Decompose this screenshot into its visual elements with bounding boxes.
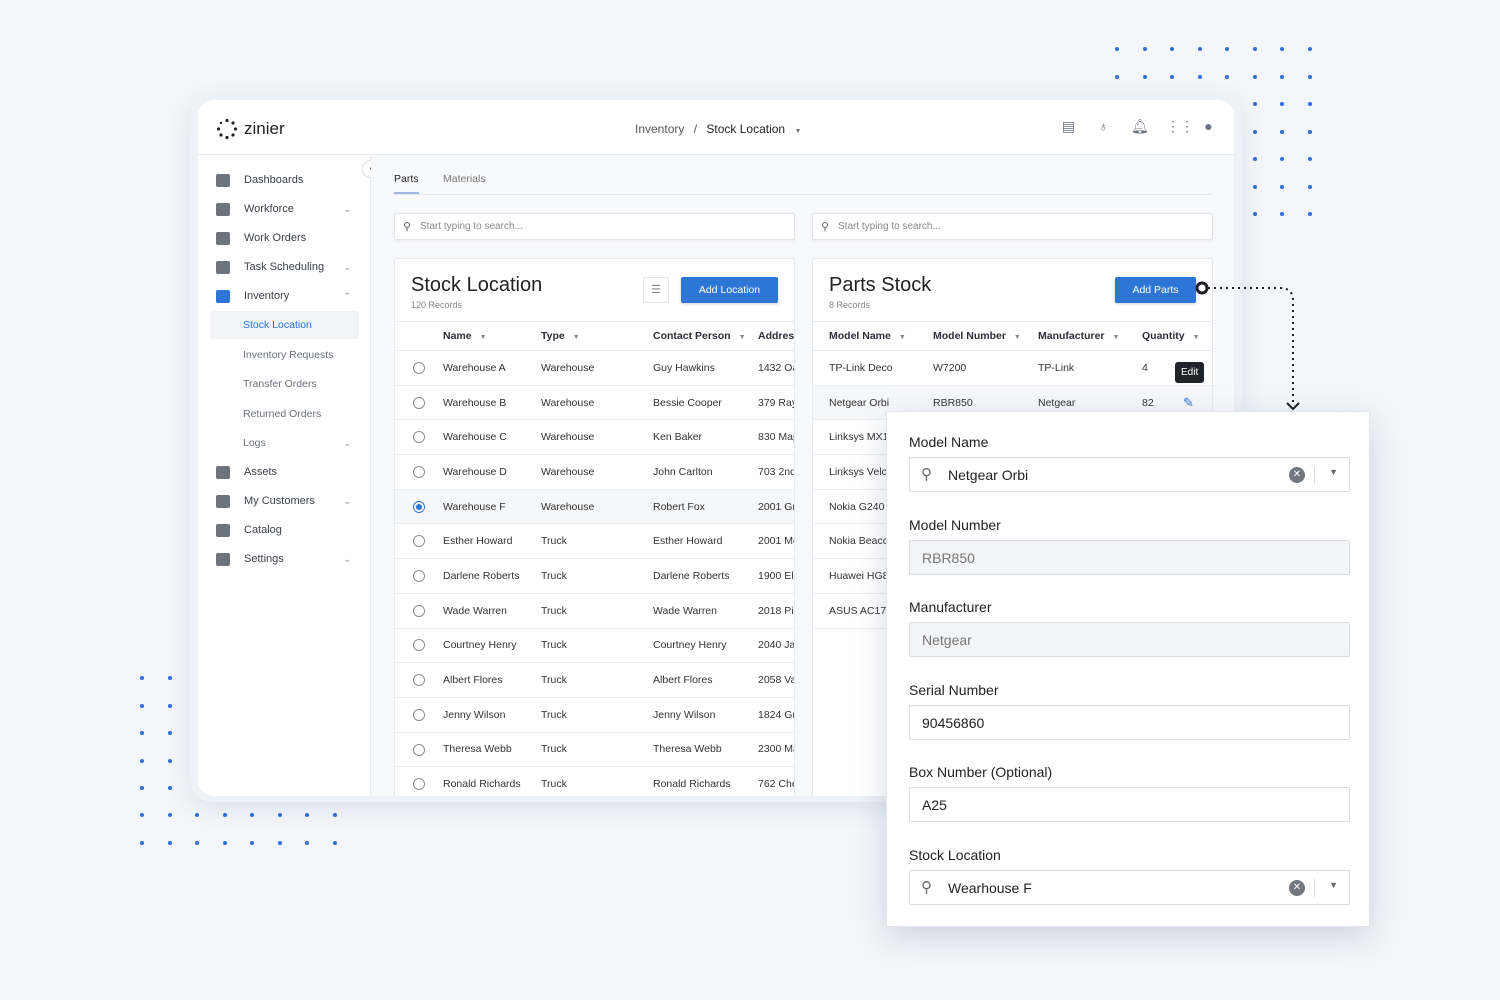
chevron-down-icon[interactable]: ▼ bbox=[1329, 880, 1338, 890]
divider bbox=[1314, 878, 1315, 897]
serial-number-label: Serial Number bbox=[909, 681, 999, 698]
box-number-optional-label: Box Number (Optional) bbox=[909, 764, 1053, 780]
field-value: Netgear Orbi bbox=[948, 467, 1029, 483]
model-name-label: Model Name bbox=[909, 434, 989, 450]
chevron-down-icon[interactable]: ▼ bbox=[1329, 467, 1338, 477]
edit-part-form: Model Name ⚲ Netgear Orbi ✕ ▼ Model Number RBR… bbox=[886, 411, 1370, 927]
box-number-optional-field[interactable]: A25 bbox=[909, 787, 1350, 822]
clear-icon[interactable]: ✕ bbox=[1289, 467, 1305, 483]
stock-location-label: Stock Location bbox=[909, 846, 1001, 863]
field-value: Wearhouse F bbox=[948, 879, 1032, 896]
divider bbox=[1314, 466, 1315, 484]
model-number-label: Model Number bbox=[909, 516, 1001, 533]
manufacturer-label: Manufacturer bbox=[909, 599, 992, 615]
model-number-field: RBR850 bbox=[909, 539, 1350, 575]
clear-icon[interactable]: ✕ bbox=[1289, 879, 1305, 896]
field-value: A25 bbox=[922, 797, 947, 813]
manufacturer-field: Netgear bbox=[909, 622, 1350, 657]
field-value: Netgear bbox=[922, 632, 972, 648]
field-value: RBR850 bbox=[922, 549, 975, 566]
serial-number-field[interactable]: 90456860 bbox=[909, 704, 1350, 740]
search-icon: ⚲ bbox=[921, 878, 932, 896]
field-value: 90456860 bbox=[922, 714, 985, 731]
model-name-field[interactable]: ⚲ Netgear Orbi ✕ ▼ bbox=[909, 457, 1350, 492]
search-icon: ⚲ bbox=[921, 466, 932, 483]
stock-location-field[interactable]: ⚲ Wearhouse F ✕ ▼ bbox=[909, 869, 1350, 905]
